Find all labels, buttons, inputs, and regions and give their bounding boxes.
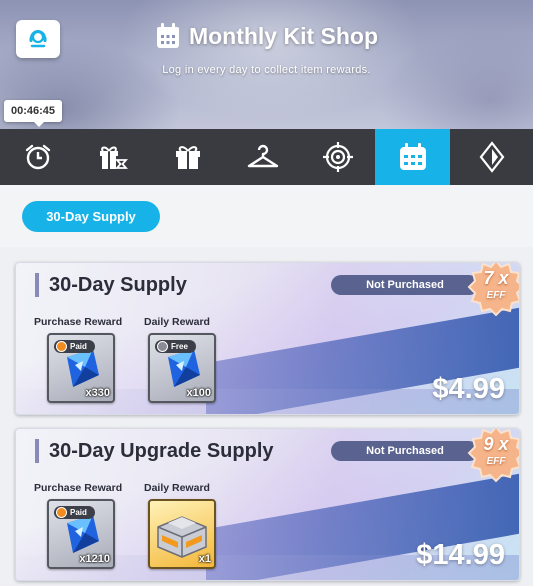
efficiency-label: EFF xyxy=(486,290,506,301)
kit-card-30-day-supply[interactable]: 30-Day Supply Not Purchased 7 x EFF Purc… xyxy=(15,262,520,415)
tab-timed-gift[interactable] xyxy=(75,129,150,185)
gift-timer-icon xyxy=(99,146,128,169)
kit-card-30-day-upgrade-supply[interactable]: 30-Day Upgrade Supply Not Purchased 9 x … xyxy=(15,428,520,581)
efficiency-value: 7 x xyxy=(483,268,509,288)
daily-reward-label: Daily Reward xyxy=(144,482,210,494)
daily-reward-item[interactable]: Free x100 xyxy=(148,333,216,403)
tab-costume[interactable] xyxy=(225,129,300,185)
hanger-icon xyxy=(247,144,278,168)
item-quantity: x330 xyxy=(85,387,110,399)
tab-gift[interactable] xyxy=(150,129,225,185)
price-button[interactable]: $4.99 xyxy=(432,373,505,406)
filter-bar: 30-Day Supply xyxy=(0,185,533,247)
calendar-icon xyxy=(399,143,426,170)
efficiency-badge: 7 x EFF xyxy=(467,263,519,317)
status-badge: Not Purchased xyxy=(331,441,479,461)
page-title-text: Monthly Kit Shop xyxy=(188,22,379,49)
efficiency-label: EFF xyxy=(486,456,506,467)
price-button[interactable]: $14.99 xyxy=(416,539,505,572)
alarm-clock-icon xyxy=(25,144,50,170)
efficiency-value: 9 x xyxy=(483,434,509,454)
free-tag: Free xyxy=(155,340,196,353)
tab-monthly-kit[interactable] xyxy=(375,129,450,193)
purchase-reward-label: Purchase Reward xyxy=(34,316,123,328)
item-quantity: x1 xyxy=(198,553,211,565)
diamond-emblem-icon xyxy=(479,141,504,173)
item-quantity: x1210 xyxy=(79,553,110,565)
daily-reward-item[interactable]: x1 xyxy=(148,499,216,569)
tab-mission[interactable] xyxy=(300,129,375,185)
purchase-reward-label: Purchase Reward xyxy=(34,482,123,494)
status-badge: Not Purchased xyxy=(331,275,479,295)
filter-pill-30-day-supply[interactable]: 30-Day Supply xyxy=(22,201,160,232)
calendar-icon xyxy=(156,23,179,48)
kit-card-title: 30-Day Supply xyxy=(35,273,187,297)
tab-alarm[interactable] xyxy=(0,129,75,185)
countdown-timer: 00:46:45 xyxy=(4,100,63,127)
target-icon xyxy=(322,142,353,172)
efficiency-badge: 9 x EFF xyxy=(467,429,519,483)
item-quantity: x100 xyxy=(186,387,211,399)
category-tab-bar xyxy=(0,129,533,193)
paid-tag: Paid xyxy=(54,340,95,353)
kit-card-title: 30-Day Upgrade Supply xyxy=(35,439,274,463)
page-title: Monthly Kit Shop xyxy=(155,22,378,50)
daily-reward-label: Daily Reward xyxy=(144,316,210,328)
paid-tag: Paid xyxy=(54,506,95,519)
tab-premium[interactable] xyxy=(450,129,533,185)
purchase-reward-item[interactable]: Paid x330 xyxy=(47,333,115,403)
page-subtitle: Log in every day to collect item rewards… xyxy=(162,64,371,76)
purchase-reward-item[interactable]: Paid x1210 xyxy=(47,499,115,569)
gift-box-icon xyxy=(175,146,200,169)
